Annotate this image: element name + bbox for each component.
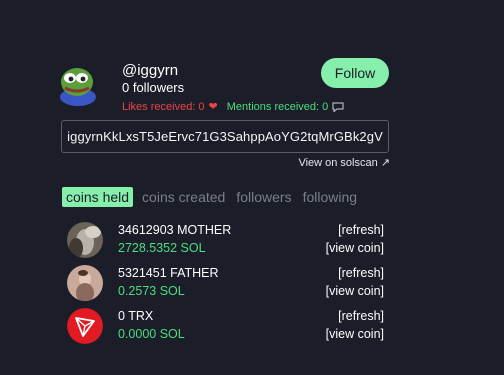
likes-received: Likes received: 0 ❤ xyxy=(122,100,218,114)
comment-icon xyxy=(332,102,344,112)
tron-icon xyxy=(67,308,103,344)
likes-label: Likes received: 0 xyxy=(122,100,205,113)
view-coin-link[interactable]: [view coin] xyxy=(326,327,384,341)
tab-coins-created[interactable]: coins created xyxy=(142,189,225,205)
reactions-stats: Likes received: 0 ❤ Mentions received: 0 xyxy=(122,100,344,113)
wallet-address: iggyrnKkLxsT5JeErvc71G3SahppAoYG2tqMrGBk… xyxy=(67,129,383,144)
coin-name: 34612903 MOTHER xyxy=(118,223,232,237)
wallet-address-field[interactable]: iggyrnKkLxsT5JeErvc71G3SahppAoYG2tqMrGBk… xyxy=(61,120,389,153)
view-coin-link[interactable]: [view coin] xyxy=(326,241,384,255)
followers-count[interactable]: 0 followers xyxy=(122,80,184,95)
tab-followers[interactable]: followers xyxy=(236,189,291,205)
tab-following[interactable]: following xyxy=(303,189,357,205)
coin-sol-value: 0.0000 SOL xyxy=(118,327,185,341)
mentions-label: Mentions received: 0 xyxy=(226,100,329,113)
father-token-icon xyxy=(67,265,103,301)
coin-name: 5321451 FATHER xyxy=(118,266,219,280)
coin-row-trx: 0 TRX 0.0000 SOL [refresh] [view coin] xyxy=(67,308,384,344)
refresh-link[interactable]: [refresh] xyxy=(338,309,384,323)
username: @iggyrn xyxy=(122,62,179,79)
view-on-solscan-link[interactable]: View on solscan ↗ xyxy=(298,156,390,169)
tab-coins-held[interactable]: coins held xyxy=(62,187,134,207)
refresh-link[interactable]: [refresh] xyxy=(338,266,384,280)
coin-row-father: 5321451 FATHER 0.2573 SOL [refresh] [vie… xyxy=(67,265,384,301)
profile-tabs: coins held coins created followers follo… xyxy=(62,187,368,207)
refresh-link[interactable]: [refresh] xyxy=(338,223,384,237)
coin-sol-value: 2728.5352 SOL xyxy=(118,241,206,255)
mentions-received: Mentions received: 0 xyxy=(227,101,345,113)
coin-row-mother: 34612903 MOTHER 2728.5352 SOL [refresh] … xyxy=(67,222,384,258)
heart-icon: ❤ xyxy=(208,101,218,113)
profile-avatar xyxy=(57,64,99,106)
view-coin-link[interactable]: [view coin] xyxy=(326,284,384,298)
follow-button[interactable]: Follow xyxy=(321,58,389,88)
coin-sol-value: 0.2573 SOL xyxy=(118,284,185,298)
mother-token-icon xyxy=(67,222,103,258)
coin-name: 0 TRX xyxy=(118,309,154,323)
